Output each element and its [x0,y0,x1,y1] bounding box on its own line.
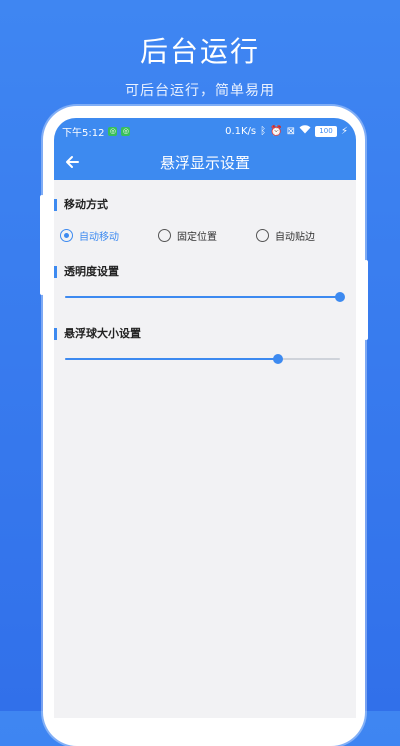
app-bar: 悬浮显示设置 [54,144,356,180]
slider-fill [65,358,279,360]
slider-thumb[interactable] [273,354,284,364]
slider-fill [65,296,340,298]
wifi-icon [299,125,311,137]
settings-content: 移动方式 自动移动 固定位置 自动贴边 透明度设置 悬浮球大小设置 [54,198,356,369]
no-sim-icon: ⊠ [286,125,295,137]
radio-auto-move[interactable]: 自动移动 [60,228,158,243]
transparency-slider[interactable] [65,287,345,307]
radio-auto-snap-edge[interactable]: 自动贴边 [256,228,354,243]
app-notification-icon: ◎ [121,126,131,136]
slider-thumb[interactable] [335,292,345,302]
app-notification-icon: ◎ [108,126,118,136]
radio-circle [158,229,171,242]
promo-subtitle: 可后台运行，简单易用 [125,83,275,99]
page-title: 悬浮显示设置 [159,153,250,172]
radio-label: 自动贴边 [275,232,315,243]
radio-label: 固定位置 [177,232,217,243]
charging-icon: ⚡ [340,125,348,137]
bluetooth-icon: ᛒ [260,125,267,137]
phone-screen: 下午5:12 ◎ ◎ 0.1K/s ᛒ ⏰ ⊠ 100 ⚡ 悬浮显示设置 移动方… [54,118,356,718]
transparency-section-title: 透明度设置 [54,265,356,279]
promo-title: 后台运行 [139,35,260,68]
ball-size-section-title: 悬浮球大小设置 [54,327,356,341]
radio-fixed-position[interactable]: 固定位置 [158,228,256,243]
movement-radio-group: 自动移动 固定位置 自动贴边 [54,228,356,243]
movement-section-title: 移动方式 [54,198,356,212]
alarm-icon: ⏰ [270,125,283,137]
ball-size-slider[interactable] [65,349,340,369]
status-bar: 下午5:12 ◎ ◎ 0.1K/s ᛒ ⏰ ⊠ 100 ⚡ [54,118,356,144]
radio-circle-checked [60,229,73,242]
battery-icon: 100 [314,125,337,137]
network-speed: 0.1K/s [225,125,257,137]
status-time: 下午5:12 [62,127,105,139]
radio-circle [256,229,269,242]
back-button[interactable] [54,144,90,180]
arrow-left-icon [66,156,79,168]
radio-label: 自动移动 [79,232,119,243]
